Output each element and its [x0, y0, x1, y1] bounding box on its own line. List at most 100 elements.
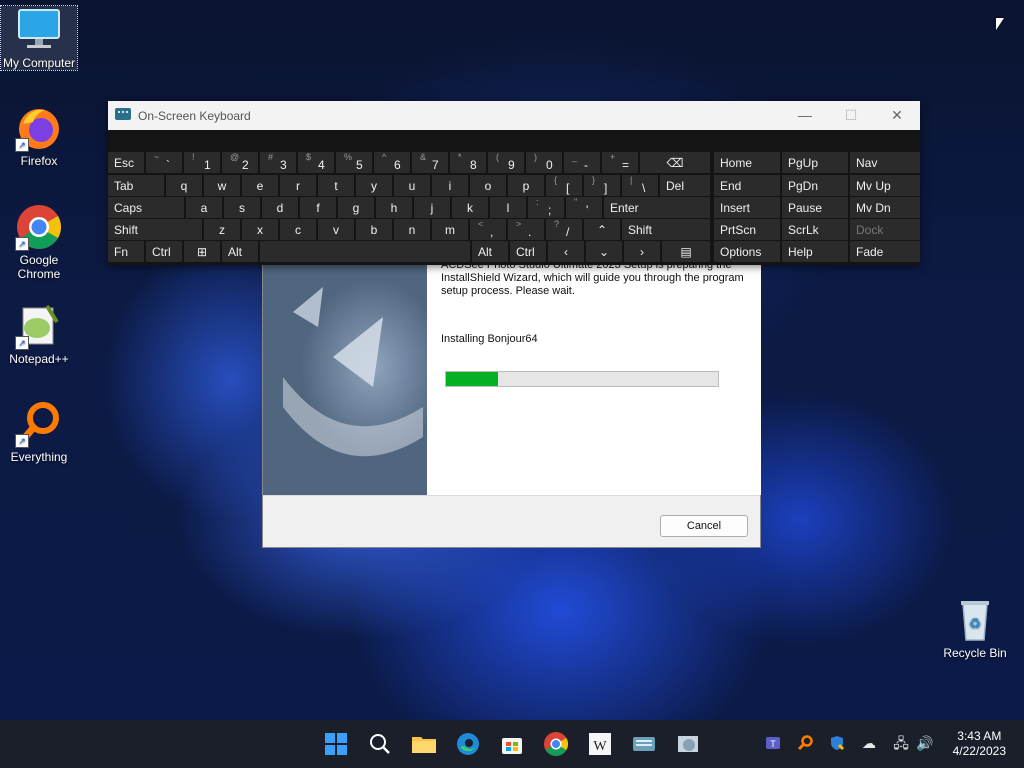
key-insert[interactable]: Insert — [714, 197, 780, 218]
key-5[interactable]: % 5 — [336, 152, 372, 173]
key-pgup[interactable]: PgUp — [782, 152, 848, 173]
key-s[interactable]: s — [224, 197, 260, 218]
key-slash[interactable]: ? / — [546, 219, 582, 240]
taskbar-store[interactable] — [498, 730, 526, 758]
key-backspace[interactable]: ⌫ — [640, 152, 710, 173]
key-pgdn[interactable]: PgDn — [782, 175, 848, 196]
key-z[interactable]: z — [204, 219, 240, 240]
key-9[interactable]: (9 — [488, 152, 524, 173]
key-0[interactable]: ) 0 — [526, 152, 562, 173]
taskbar-chrome[interactable] — [542, 730, 570, 758]
minimize-button[interactable]: — — [782, 101, 828, 130]
key-left-bracket[interactable]: {[ — [546, 175, 582, 196]
key-u[interactable]: u — [394, 175, 430, 196]
key-period[interactable]: >. — [508, 219, 544, 240]
key-w[interactable]: w — [204, 175, 240, 196]
close-button[interactable]: ✕ — [874, 101, 920, 130]
key-options[interactable]: Options — [714, 241, 780, 262]
network-icon[interactable]: 🖧 — [892, 734, 910, 752]
key-x[interactable]: x — [242, 219, 278, 240]
desktop-icon-recycle-bin[interactable]: ♻ Recycle Bin — [937, 596, 1013, 660]
desktop-icon-everything[interactable]: ↗ Everything — [1, 400, 77, 464]
key-right-bracket[interactable]: }] — [584, 175, 620, 196]
key-l[interactable]: l — [490, 197, 526, 218]
key-up-arrow[interactable]: ⌃ — [584, 219, 620, 240]
system-clock[interactable]: 3:43 AM 4/22/2023 — [953, 729, 1006, 759]
desktop-icon-firefox[interactable]: ↗ Firefox — [1, 104, 77, 168]
taskbar-edge[interactable] — [454, 730, 482, 758]
key-r[interactable]: r — [280, 175, 316, 196]
key-nav[interactable]: Nav — [850, 152, 920, 173]
key-backslash[interactable]: | \ — [622, 175, 658, 196]
key-c[interactable]: c — [280, 219, 316, 240]
key-ctrl-left[interactable]: Ctrl — [146, 241, 182, 262]
start-button[interactable] — [322, 730, 350, 758]
key-p[interactable]: p — [508, 175, 544, 196]
taskbar-installer[interactable] — [674, 730, 702, 758]
key-shift-left[interactable]: Shift — [108, 219, 202, 240]
key-backtick[interactable]: ~ ` — [146, 152, 182, 173]
key-1[interactable]: ! 1 — [184, 152, 220, 173]
key-quote[interactable]: " ' — [566, 197, 602, 218]
search-button[interactable] — [366, 730, 394, 758]
key-k[interactable]: k — [452, 197, 488, 218]
osk-titlebar[interactable]: On-Screen Keyboard — ☐ ✕ — [108, 101, 920, 130]
key-scrlk[interactable]: ScrLk — [782, 219, 848, 240]
key-help[interactable]: Help — [782, 241, 848, 262]
key-g[interactable]: g — [338, 197, 374, 218]
key-space[interactable] — [260, 241, 470, 262]
key-home[interactable]: Home — [714, 152, 780, 173]
key-prtscn[interactable]: PrtScn — [714, 219, 780, 240]
key-equals[interactable]: + = — [602, 152, 638, 173]
key-d[interactable]: d — [262, 197, 298, 218]
key-o[interactable]: o — [470, 175, 506, 196]
key-windows[interactable]: ⊞ — [184, 241, 220, 262]
key-f[interactable]: f — [300, 197, 336, 218]
cloud-icon[interactable]: ☁ — [860, 734, 878, 752]
key-alt-left[interactable]: Alt — [222, 241, 258, 262]
key-caps[interactable]: Caps — [108, 197, 184, 218]
cancel-button[interactable]: Cancel — [660, 515, 748, 537]
key-right-arrow[interactable]: › — [624, 241, 660, 262]
key-del[interactable]: Del — [660, 175, 710, 196]
key-move-down[interactable]: Mv Dn — [850, 197, 920, 218]
key-a[interactable]: a — [186, 197, 222, 218]
taskbar-wikipedia[interactable]: W — [586, 730, 614, 758]
key-enter[interactable]: Enter — [604, 197, 710, 218]
key-fade[interactable]: Fade — [850, 241, 920, 262]
key-y[interactable]: y — [356, 175, 392, 196]
key-end[interactable]: End — [714, 175, 780, 196]
desktop-icon-notepad-plus-plus[interactable]: ↗ Notepad++ — [1, 302, 77, 366]
key-alt-right[interactable]: Alt — [472, 241, 508, 262]
key-move-up[interactable]: Mv Up — [850, 175, 920, 196]
key-j[interactable]: j — [414, 197, 450, 218]
key-h[interactable]: h — [376, 197, 412, 218]
key-comma[interactable]: <, — [470, 219, 506, 240]
key-m[interactable]: m — [432, 219, 468, 240]
key-menu[interactable]: ▤ — [662, 241, 710, 262]
key-esc[interactable]: Esc — [108, 152, 144, 173]
key-minus[interactable]: _ - — [564, 152, 600, 173]
key-6[interactable]: ^ 6 — [374, 152, 410, 173]
key-3[interactable]: #3 — [260, 152, 296, 173]
volume-icon[interactable]: 🔊 — [916, 734, 934, 752]
key-pause[interactable]: Pause — [782, 197, 848, 218]
key-tab[interactable]: Tab — [108, 175, 164, 196]
desktop-icon-my-computer[interactable]: My Computer — [0, 5, 78, 71]
key-left-arrow[interactable]: ‹ — [548, 241, 584, 262]
key-t[interactable]: t — [318, 175, 354, 196]
key-4[interactable]: $4 — [298, 152, 334, 173]
key-v[interactable]: v — [318, 219, 354, 240]
everything-tray-icon[interactable] — [796, 734, 814, 752]
key-2[interactable]: @2 — [222, 152, 258, 173]
key-dock[interactable]: Dock — [850, 219, 920, 240]
windows-security-icon[interactable] — [828, 734, 846, 752]
key-i[interactable]: i — [432, 175, 468, 196]
desktop-icon-google-chrome[interactable]: ↗ Google Chrome — [1, 203, 77, 281]
taskbar-on-screen-keyboard[interactable] — [630, 730, 658, 758]
maximize-button[interactable]: ☐ — [828, 101, 874, 130]
key-q[interactable]: q — [166, 175, 202, 196]
key-down-arrow[interactable]: ⌄ — [586, 241, 622, 262]
key-8[interactable]: * 8 — [450, 152, 486, 173]
teams-icon[interactable]: T — [764, 734, 782, 752]
